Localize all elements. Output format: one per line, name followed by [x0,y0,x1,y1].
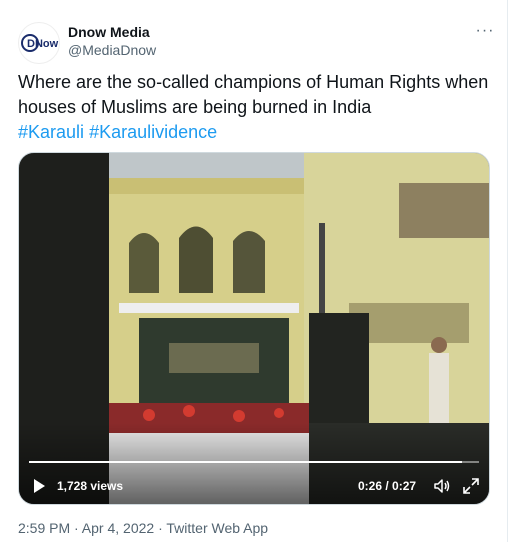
tweet-card: DNow Dnow Media @MediaDnow ··· Where are… [0,0,508,542]
avatar[interactable]: DNow [18,22,60,64]
more-icon[interactable]: ··· [474,21,496,41]
hashtag-karaulividence[interactable]: #Karaulividence [89,122,217,142]
video-progress-bar[interactable] [29,461,479,463]
expand-icon[interactable] [462,477,480,495]
tweet-timestamp[interactable]: 2:59 PM · Apr 4, 2022 · Twitter Web App [18,520,268,536]
hashtag-karauli[interactable]: #Karauli [18,122,84,142]
video-time: 0:26 / 0:27 [358,479,417,493]
avatar-logo-text: DNow [27,38,59,50]
tweet-body: Where are the so-called champions of Hum… [18,72,489,117]
volume-icon[interactable] [433,477,451,495]
video-frame [19,153,489,504]
view-count: 1,728 views [57,479,124,493]
play-icon[interactable] [31,478,47,494]
video-progress-fill [29,461,463,463]
author-handle[interactable]: @MediaDnow [68,42,156,58]
author-name[interactable]: Dnow Media [68,24,150,40]
tweet-text: Where are the so-called champions of Hum… [18,70,498,145]
video-player[interactable]: 1,728 views 0:26 / 0:27 [18,152,490,505]
dnow-logo: DNow [21,34,59,52]
